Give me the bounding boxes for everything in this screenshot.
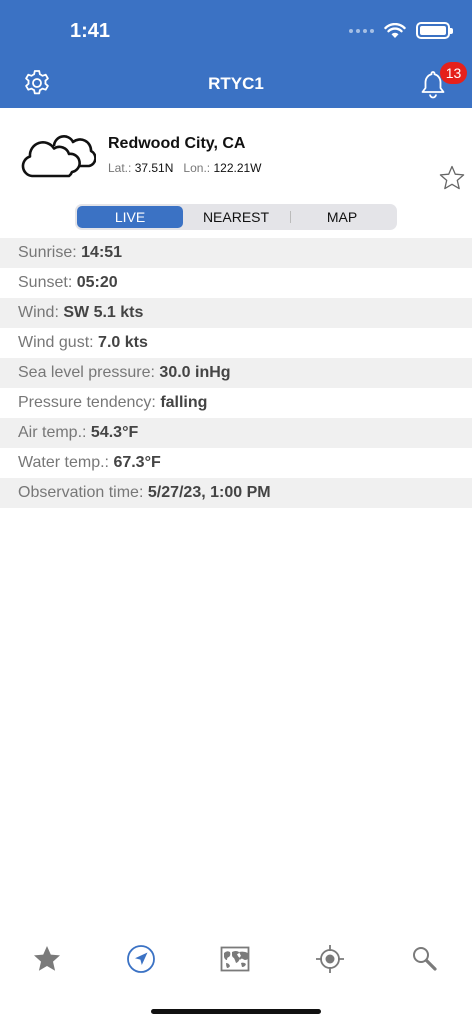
location-arrow-icon[interactable] <box>125 943 157 975</box>
observation-label: Observation time: <box>18 484 144 501</box>
station-name: Redwood City, CA <box>108 135 246 152</box>
observation-value: 14:51 <box>81 244 123 261</box>
observation-row-observation-time: Observation time: 5/27/23, 1:00 PM <box>0 478 472 508</box>
observation-label: Wind gust: <box>18 334 94 351</box>
observation-label: Air temp.: <box>18 424 87 441</box>
observation-label: Sunset: <box>18 274 73 291</box>
observation-value: 5/27/23, 1:00 PM <box>147 484 271 501</box>
segment-map[interactable]: MAP <box>289 206 395 228</box>
segment-divider <box>290 211 291 223</box>
observation-row-water-temp: Water temp.: 67.3°F <box>0 448 472 478</box>
view-segmented-control: LIVE NEAREST MAP <box>75 204 397 230</box>
observation-label: Wind: <box>18 304 59 321</box>
observation-row-pressure-tendency: Pressure tendency: falling <box>0 388 472 418</box>
observation-row-wind: Wind: SW 5.1 kts <box>0 298 472 328</box>
observation-row-wind-gust: Wind gust: 7.0 kts <box>0 328 472 358</box>
navigation-header: 1:41 RTYC1 <box>0 0 472 108</box>
home-indicator <box>151 1009 321 1014</box>
observation-label: Pressure tendency: <box>18 394 156 411</box>
observation-list: Sunrise: 14:51 Sunset: 05:20 Wind: SW 5.… <box>0 238 472 508</box>
observation-row-sea-level-pressure: Sea level pressure: 30.0 inHg <box>0 358 472 388</box>
observation-row-sunrise: Sunrise: 14:51 <box>0 238 472 268</box>
star-icon[interactable] <box>31 943 63 975</box>
observation-value: 30.0 inHg <box>159 364 231 381</box>
status-time: 1:41 <box>70 20 111 42</box>
observation-value: falling <box>160 394 208 411</box>
segment-live[interactable]: LIVE <box>77 206 183 228</box>
observation-value: 05:20 <box>76 274 118 291</box>
battery-icon <box>416 22 453 39</box>
cloudy-icon <box>21 135 96 178</box>
observation-label: Sea level pressure: <box>18 364 155 381</box>
world-map-icon[interactable] <box>219 943 251 975</box>
longitude-label: Lon.: <box>183 161 211 175</box>
observation-value: SW 5.1 kts <box>63 304 144 321</box>
notification-badge: 13 <box>440 62 467 84</box>
observation-label: Water temp.: <box>18 454 109 471</box>
tab-bar <box>0 935 472 985</box>
observation-row-sunset: Sunset: 05:20 <box>0 268 472 298</box>
station-coordinates: Lat.: 37.51N Lon.: 122.21W <box>108 161 262 175</box>
cellular-signal-icon <box>349 28 374 33</box>
observation-label: Sunrise: <box>18 244 77 261</box>
observation-value: 7.0 kts <box>98 334 148 351</box>
latitude-value: 37.51N <box>134 161 174 175</box>
longitude-value: 122.21W <box>213 161 262 175</box>
status-indicators <box>349 22 453 39</box>
observation-value: 67.3°F <box>113 454 161 471</box>
crosshair-icon[interactable] <box>314 943 346 975</box>
observation-value: 54.3°F <box>90 424 139 441</box>
wifi-icon <box>384 22 406 38</box>
favorite-star-icon[interactable] <box>438 164 466 192</box>
page-title: RTYC1 <box>208 74 264 93</box>
search-icon[interactable] <box>408 943 440 975</box>
segment-nearest[interactable]: NEAREST <box>183 206 289 228</box>
latitude-label: Lat.: <box>108 161 132 175</box>
observation-row-air-temp: Air temp.: 54.3°F <box>0 418 472 448</box>
